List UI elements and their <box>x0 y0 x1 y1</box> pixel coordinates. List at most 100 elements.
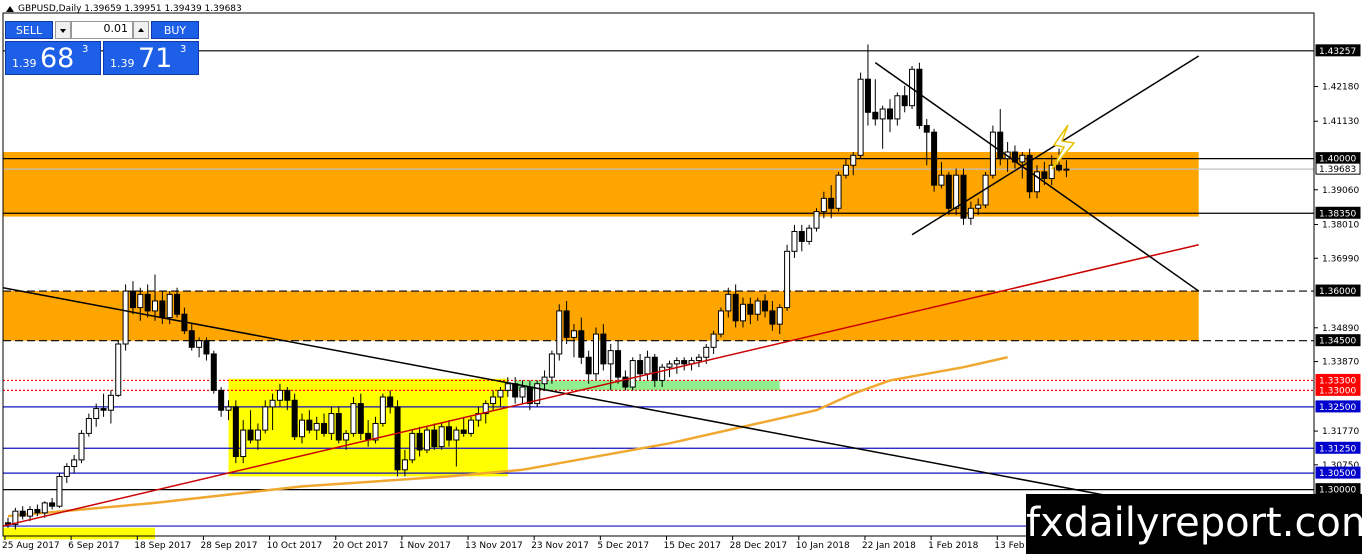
candle-130 <box>960 168 967 225</box>
candle-body-125 <box>923 125 930 133</box>
candle-body-61 <box>453 429 460 441</box>
candle-body-32 <box>240 429 247 458</box>
lot-increase-icon[interactable] <box>133 21 149 39</box>
candle-16 <box>122 284 129 351</box>
candle-body-100 <box>740 303 746 322</box>
x-tick-label-7: 13 Nov 2017 <box>465 541 523 551</box>
candle-body-37 <box>276 389 283 401</box>
y-tick-label-4: 1.36990 <box>1322 254 1359 264</box>
candle-body-95 <box>703 346 710 358</box>
candle-body-66 <box>490 396 497 405</box>
candle-body-107 <box>791 230 798 252</box>
candle-body-90 <box>666 363 673 368</box>
candle-body-56 <box>416 432 423 451</box>
x-tick-label-8: 23 Nov 2017 <box>531 541 589 551</box>
candle-97 <box>717 307 724 338</box>
candle-body-58 <box>431 429 438 448</box>
candle-80 <box>593 327 599 381</box>
collapse-arrow-icon[interactable] <box>6 6 14 12</box>
candle-body-105 <box>776 307 783 325</box>
x-tick-label-14: 1 Feb 2018 <box>928 541 979 551</box>
candle-body-109 <box>806 227 813 242</box>
candle-body-12 <box>93 408 100 419</box>
candle-body-78 <box>578 330 585 358</box>
candle-body-91 <box>673 360 680 365</box>
candle-body-121 <box>894 95 901 120</box>
candle-body-124 <box>916 68 923 127</box>
buy-quote[interactable]: 1.39 71 3 <box>103 41 199 75</box>
y-tick-label-1: 1.41130 <box>1322 117 1359 127</box>
candle-body-60 <box>446 426 452 441</box>
candle-body-26 <box>196 340 203 348</box>
candle-body-54 <box>401 459 408 471</box>
candle-body-106 <box>784 250 791 309</box>
candle-body-101 <box>747 303 754 315</box>
candle-126 <box>931 128 938 192</box>
lot-decrease-icon[interactable] <box>55 21 71 39</box>
candle-body-6 <box>49 502 56 507</box>
candle-body-82 <box>607 350 614 365</box>
candle-body-13 <box>100 408 107 411</box>
sell-quote-fraction: 3 <box>82 44 89 55</box>
candle-51 <box>379 393 386 427</box>
x-tick-label-13: 22 Jan 2018 <box>862 541 916 551</box>
y-tick-label-3: 1.38010 <box>1322 221 1359 231</box>
candle-body-102 <box>754 300 761 315</box>
chart-symbol-info: GBPUSD,Daily 1.39659 1.39951 1.39439 1.3… <box>18 4 242 14</box>
x-tick-label-12: 10 Jan 2018 <box>796 541 850 551</box>
candle-body-110 <box>813 211 820 229</box>
candle-body-135 <box>997 131 1004 160</box>
candle-body-99 <box>732 293 739 322</box>
candle-body-7 <box>56 475 63 507</box>
candle-body-103 <box>762 300 769 312</box>
candle-body-120 <box>887 108 893 120</box>
candle-body-53 <box>394 406 401 471</box>
candle-59 <box>438 423 445 450</box>
candle-body-68 <box>504 383 511 391</box>
sell-quote-prefix: 1.39 <box>12 57 37 70</box>
candle-body-130 <box>960 174 967 219</box>
buy-button[interactable]: BUY <box>151 21 199 39</box>
lot-size-input[interactable]: 0.01 <box>71 21 133 39</box>
buy-quote-pips: 71 <box>138 43 173 74</box>
candle-body-97 <box>717 310 724 335</box>
sell-quote[interactable]: 1.39 68 3 <box>5 41 101 75</box>
x-tick-label-5: 20 Oct 2017 <box>333 541 389 551</box>
candle-body-86 <box>637 360 644 375</box>
candle-body-122 <box>901 95 908 107</box>
candle-body-25 <box>188 330 195 348</box>
y-tick-label-0: 1.42180 <box>1322 82 1359 92</box>
candle-body-9 <box>71 459 78 467</box>
candle-body-131 <box>967 207 974 219</box>
x-tick-label-11: 28 Dec 2017 <box>730 541 788 551</box>
candle-body-94 <box>695 356 702 362</box>
y-tick-label-6: 1.33870 <box>1322 358 1359 368</box>
x-tick-label-6: 1 Nov 2017 <box>399 541 451 551</box>
candle-106 <box>784 244 791 311</box>
x-tick-label-4: 10 Oct 2017 <box>267 541 323 551</box>
x-tick-label-1: 6 Sep 2017 <box>68 541 119 551</box>
candle-body-129 <box>953 174 960 209</box>
candle-body-114 <box>842 164 849 176</box>
candle-body-73 <box>541 376 548 385</box>
candle-body-57 <box>423 429 430 451</box>
candle-body-77 <box>570 330 577 338</box>
candle-128 <box>945 171 952 215</box>
candle-body-44 <box>328 413 335 434</box>
candle-body-33 <box>247 429 254 441</box>
candle-body-35 <box>262 406 269 431</box>
candle-body-3 <box>27 509 34 517</box>
candle-body-81 <box>600 333 607 365</box>
price-tag-label-4: 1.36000 <box>1319 287 1356 297</box>
candle-body-11 <box>85 417 92 434</box>
candle-body-115 <box>850 154 857 166</box>
candle-body-79 <box>585 356 592 375</box>
candle-body-52 <box>387 396 394 408</box>
watermark-logo: fxdailyreport.com <box>1026 494 1362 554</box>
candle-body-22 <box>166 293 173 319</box>
candle-body-132 <box>975 204 982 209</box>
y-tick-label-2: 1.39060 <box>1322 186 1359 196</box>
candle-body-67 <box>497 389 504 398</box>
sell-button[interactable]: SELL <box>5 21 53 39</box>
candle-body-108 <box>798 230 805 242</box>
